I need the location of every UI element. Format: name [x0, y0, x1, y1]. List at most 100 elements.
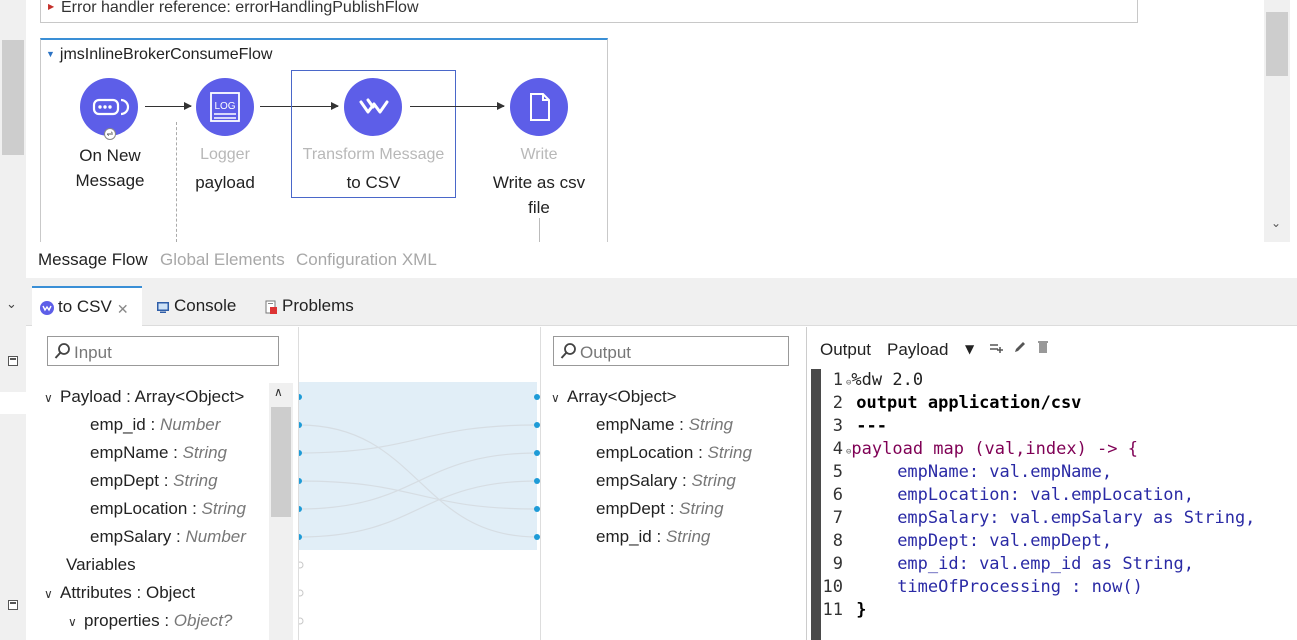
chevron-down-icon[interactable]: ∨ [44, 581, 60, 607]
code-line: 6 empLocation: val.empLocation, [832, 485, 1195, 505]
chevron-down-icon[interactable]: ∨ [44, 385, 60, 411]
tree-node-field[interactable]: empDept : String [596, 496, 724, 522]
code-gutter [811, 369, 821, 640]
svg-text:LOG: LOG [214, 101, 235, 112]
tree-node-field[interactable]: empName : String [90, 440, 227, 466]
output-pane: Output ∨ Array<Object> empName : String e… [540, 327, 806, 640]
code-line: 4 ⊖payload map (val,index) -> { [832, 439, 1138, 459]
tab-console[interactable]: Console [148, 286, 236, 326]
search-icon [54, 342, 70, 365]
code-line: 10 timeOfProcessing : now() [822, 577, 1143, 597]
code-line: 5 empName: val.empName, [832, 462, 1113, 482]
code-line: 11 } [822, 600, 867, 620]
panel-tab-bar: to CSV ✕ Console Problems [26, 286, 1297, 326]
dataweave-icon [40, 300, 54, 315]
dataweave-icon[interactable] [344, 78, 402, 136]
tree-node-variables[interactable]: Variables [66, 552, 136, 578]
tree-node-field[interactable]: empName : String [596, 412, 733, 438]
flow-name: jmsInlineBrokerConsumeFlow [59, 46, 273, 63]
flow-arrow [145, 102, 192, 110]
code-line: 7 empSalary: val.empSalary as String, [832, 508, 1256, 528]
node-type-write: Write [520, 146, 558, 163]
console-icon [156, 299, 170, 313]
flow-arrow [410, 102, 505, 110]
tab-to-csv[interactable]: to CSV ✕ [32, 286, 142, 326]
input-search-placeholder: Input [74, 343, 112, 362]
flow-divider [176, 122, 177, 242]
panel-gap [26, 278, 1297, 286]
input-scrollbar[interactable]: ∧ [269, 383, 293, 640]
log-icon[interactable]: LOG [196, 78, 254, 136]
code-line: 9 emp_id: val.emp_id as String, [832, 554, 1195, 574]
tree-node-field[interactable]: empDept : String [90, 468, 218, 494]
dropdown-arrow-icon[interactable]: ▼ [965, 342, 974, 356]
tree-node-field[interactable]: empSalary : Number [90, 524, 246, 550]
code-line: 3 --- [832, 416, 887, 436]
strip-gap [0, 392, 26, 414]
node-label-logger[interactable]: payload [175, 170, 275, 195]
error-handler-text: Error handler reference: errorHandlingPu… [61, 0, 419, 16]
input-scrollbar-thumb[interactable] [271, 407, 291, 517]
tab-configuration-xml[interactable]: Configuration XML [296, 250, 437, 270]
chevron-down-icon[interactable]: ∨ [551, 385, 567, 411]
tree-node-array[interactable]: ∨ Array<Object> [551, 384, 677, 410]
tab-console-label: Console [174, 296, 237, 315]
node-label-on-new-message[interactable]: On New Message [62, 143, 158, 193]
tab-problems-label: Problems [282, 296, 354, 315]
tab-message-flow[interactable]: Message Flow [38, 250, 148, 270]
flow-title[interactable]: ▼ jmsInlineBrokerConsumeFlow [46, 46, 272, 64]
canvas-scrollbar-thumb[interactable] [1266, 12, 1288, 76]
file-icon[interactable] [510, 78, 568, 136]
tab-to-csv-label: to CSV [58, 297, 112, 316]
edit-pencil-icon[interactable] [1013, 340, 1027, 359]
flow-divider [539, 218, 540, 242]
mapping-lines [299, 394, 540, 625]
restore-icon[interactable] [8, 356, 18, 366]
source-badge-icon: ⇌ [104, 128, 116, 140]
output-label: Output [820, 340, 872, 359]
dataweave-script-editor[interactable]: 1 ⊖%dw 2.0 2 output application/csv 3 ---… [821, 369, 1297, 640]
left-scrollbar-thumb[interactable] [2, 40, 24, 155]
problems-icon [264, 299, 278, 314]
error-handler-section[interactable]: ▶ Error handler reference: errorHandling… [40, 0, 1138, 23]
add-target-icon[interactable] [989, 341, 1003, 360]
expand-arrow-icon[interactable]: ▶ [48, 2, 54, 11]
code-line: 8 empDept: val.empDept, [832, 531, 1113, 551]
node-label-transform[interactable]: to CSV [291, 170, 456, 195]
chevron-down-icon[interactable]: ⌄ [6, 297, 17, 312]
canvas-scrollbar[interactable]: ⌄ [1264, 0, 1290, 242]
tree-node-field[interactable]: emp_id : Number [90, 412, 220, 438]
script-toolbar: Output Payload ▼ [807, 327, 1297, 371]
mapping-pane [298, 327, 540, 640]
tab-problems[interactable]: Problems [256, 286, 354, 326]
restore-icon[interactable] [8, 600, 18, 610]
tab-global-elements[interactable]: Global Elements [160, 250, 285, 270]
left-side-strip: ⌄ [0, 0, 26, 640]
input-search-field[interactable]: Input [47, 336, 279, 366]
output-search-field[interactable]: Output [553, 336, 789, 366]
code-line: 2 output application/csv [832, 393, 1082, 413]
collapse-arrow-icon[interactable]: ▼ [46, 49, 55, 59]
code-line: 1 ⊖%dw 2.0 [832, 370, 924, 390]
node-type-logger: Logger [200, 146, 250, 163]
tree-node-field[interactable]: emp_id : String [596, 524, 710, 550]
tree-node-properties[interactable]: ∨ properties : Object? [68, 608, 232, 634]
tree-node-field[interactable]: empLocation : String [90, 496, 246, 522]
output-search-placeholder: Output [580, 343, 632, 362]
canvas-tab-bar: Message Flow Global Elements Configurati… [26, 242, 1290, 278]
script-pane: Output Payload ▼ 1 ⊖%dw 2.0 2 output appl… [806, 327, 1297, 640]
chevron-down-icon[interactable]: ⌄ [1271, 216, 1281, 230]
node-label-write[interactable]: Write as csv file [484, 170, 594, 220]
tree-node-payload[interactable]: ∨ Payload : Array<Object> [44, 384, 244, 410]
node-type-transform: Transform Message [302, 146, 445, 163]
delete-icon[interactable] [1037, 340, 1049, 359]
tree-node-field[interactable]: empSalary : String [596, 468, 736, 494]
tree-node-field[interactable]: empLocation : String [596, 440, 752, 466]
chevron-down-icon[interactable]: ∨ [68, 609, 84, 635]
tree-node-attributes[interactable]: ∨ Attributes : Object [44, 580, 195, 606]
close-icon[interactable]: ✕ [117, 301, 129, 318]
chevron-up-icon[interactable]: ∧ [274, 385, 283, 399]
search-icon [560, 342, 576, 365]
input-pane: Input ∨ Payload : Array<Object> emp_id : … [26, 327, 298, 640]
payload-selector[interactable]: Payload [887, 340, 948, 360]
